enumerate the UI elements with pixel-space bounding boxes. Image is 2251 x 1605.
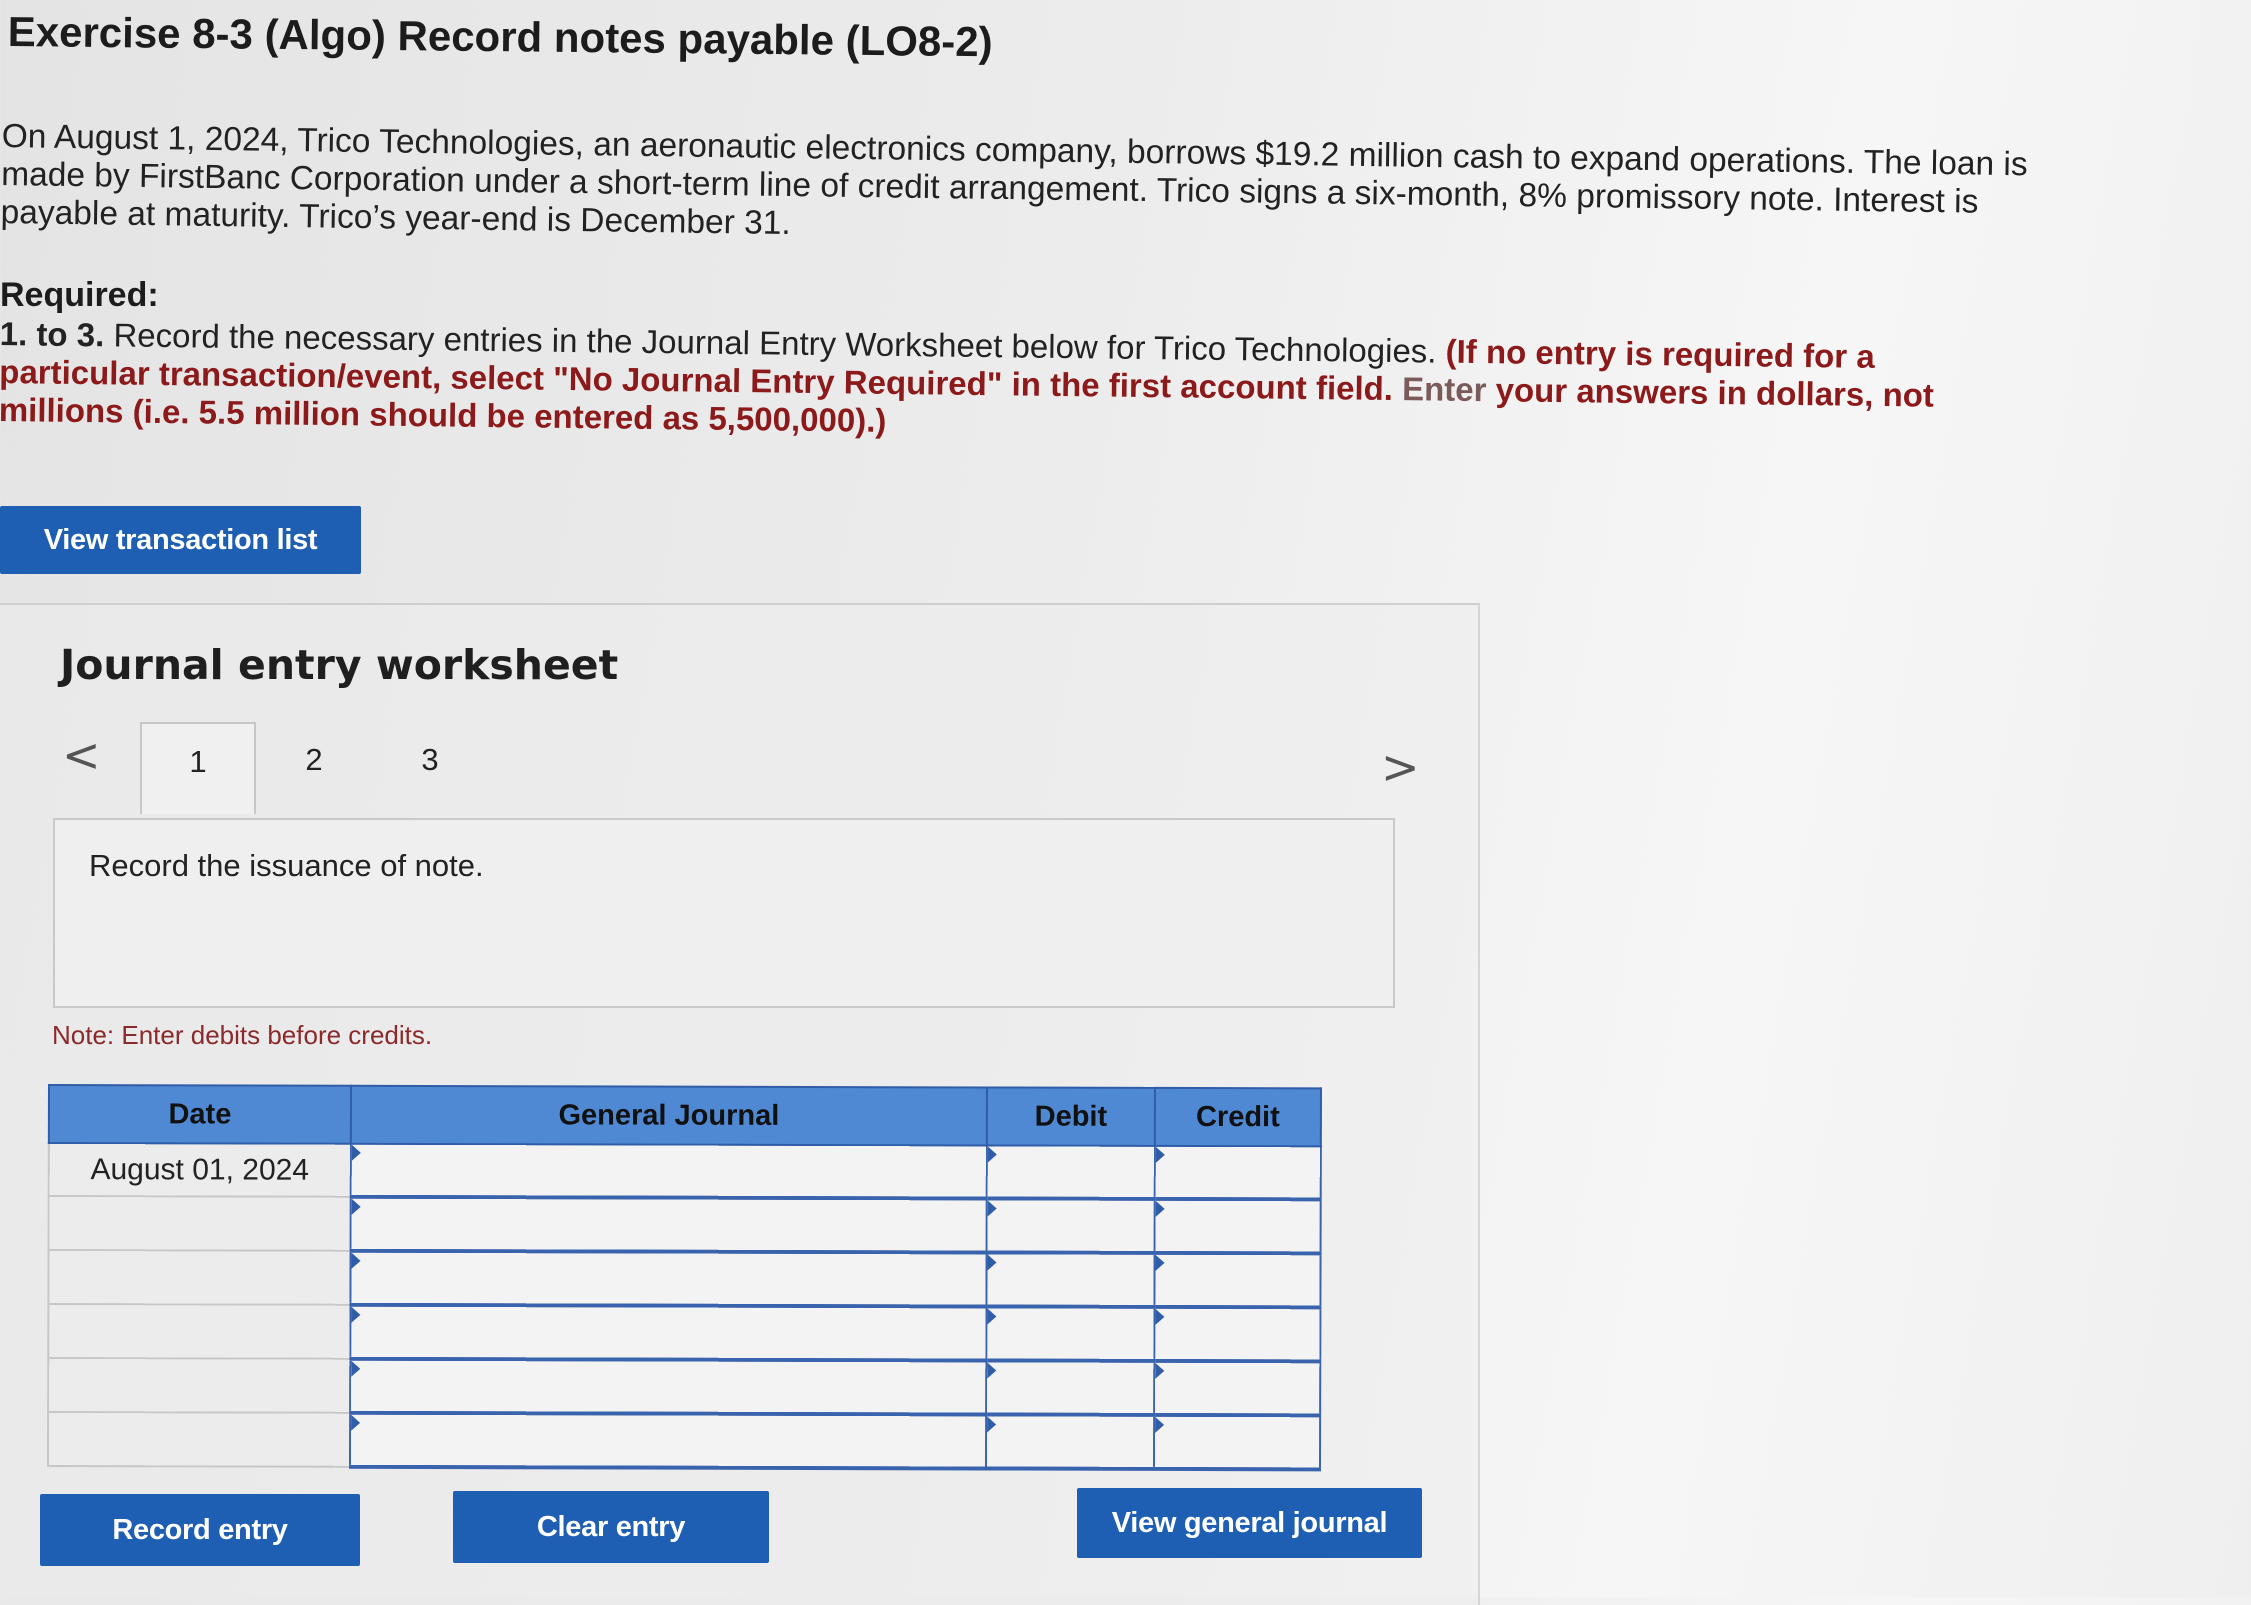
task-description: Record the issuance of note. xyxy=(89,848,484,883)
dropdown-marker-icon xyxy=(1155,1254,1165,1271)
journal-table: Date General Journal Debit Credit August… xyxy=(47,1084,1321,1470)
account-cell[interactable] xyxy=(350,1196,987,1253)
debit-cell[interactable] xyxy=(986,1360,1155,1415)
dropdown-marker-icon xyxy=(1155,1416,1165,1433)
dropdown-marker-icon xyxy=(987,1254,997,1271)
dropdown-marker-icon xyxy=(987,1416,997,1433)
date-cell: August 01, 2024 xyxy=(48,1143,351,1197)
dropdown-marker-icon xyxy=(1155,1200,1165,1217)
dropdown-marker-icon xyxy=(987,1146,997,1163)
instructions-prefix: 1. to 3. xyxy=(0,315,105,354)
record-entry-button[interactable]: Record entry xyxy=(40,1494,360,1566)
credit-cell[interactable] xyxy=(1154,1252,1321,1308)
table-row: August 01, 2024 xyxy=(48,1143,1321,1200)
credit-cell[interactable] xyxy=(1153,1414,1321,1470)
debit-cell[interactable] xyxy=(985,1414,1155,1469)
date-cell xyxy=(48,1196,351,1251)
account-cell[interactable] xyxy=(349,1412,987,1469)
page-title: Exercise 8-3 (Algo) Record notes payable… xyxy=(7,8,993,66)
dropdown-marker-icon xyxy=(351,1360,361,1377)
date-cell xyxy=(48,1358,351,1413)
view-transaction-list-button[interactable]: View transaction list xyxy=(0,506,361,574)
debits-note: Note: Enter debits before credits. xyxy=(52,1020,433,1050)
date-cell xyxy=(48,1250,351,1305)
table-row xyxy=(48,1358,1321,1416)
dropdown-marker-icon xyxy=(1155,1146,1165,1163)
date-header: Date xyxy=(48,1085,351,1144)
date-cell xyxy=(48,1304,351,1359)
table-row xyxy=(48,1196,1321,1254)
tab-3[interactable]: 3 xyxy=(372,722,488,814)
chevron-right-icon[interactable]: > xyxy=(1381,740,1420,794)
credit-cell[interactable] xyxy=(1154,1145,1321,1200)
credit-cell[interactable] xyxy=(1154,1198,1321,1254)
dropdown-marker-icon xyxy=(351,1144,361,1161)
instructions: 1. to 3. Record the necessary entries in… xyxy=(0,315,1980,453)
dropdown-marker-icon xyxy=(351,1198,361,1215)
dropdown-marker-icon xyxy=(987,1200,997,1217)
worksheet-heading: Journal entry worksheet xyxy=(60,641,619,689)
problem-statement: On August 1, 2024, Trico Technologies, a… xyxy=(0,118,2028,243)
account-cell[interactable] xyxy=(350,1358,987,1415)
dropdown-marker-icon xyxy=(351,1414,361,1431)
dropdown-marker-icon xyxy=(1155,1362,1165,1379)
debit-cell[interactable] xyxy=(986,1145,1155,1199)
table-row xyxy=(47,1412,1321,1470)
dropdown-marker-icon xyxy=(987,1362,997,1379)
debit-cell[interactable] xyxy=(986,1306,1155,1361)
chevron-left-icon[interactable]: < xyxy=(62,728,101,782)
required-label: Required: xyxy=(0,276,159,314)
account-cell[interactable] xyxy=(350,1304,987,1361)
dropdown-marker-icon xyxy=(987,1308,997,1325)
table-row xyxy=(48,1304,1321,1362)
credit-cell[interactable] xyxy=(1154,1360,1321,1416)
clear-entry-button[interactable]: Clear entry xyxy=(453,1491,769,1563)
dropdown-marker-icon xyxy=(351,1252,361,1269)
debit-cell[interactable] xyxy=(986,1252,1155,1307)
debit-cell[interactable] xyxy=(986,1198,1155,1253)
date-cell xyxy=(47,1412,351,1467)
credit-header: Credit xyxy=(1154,1087,1321,1147)
account-cell[interactable] xyxy=(350,1250,987,1307)
dropdown-marker-icon xyxy=(351,1306,361,1323)
account-cell[interactable] xyxy=(350,1143,987,1199)
debit-header: Debit xyxy=(986,1087,1155,1146)
credit-cell[interactable] xyxy=(1154,1306,1321,1362)
instructions-enter: Enter xyxy=(1401,370,1487,409)
general-journal-header: General Journal xyxy=(350,1085,987,1146)
tab-1[interactable]: 1 xyxy=(140,722,256,814)
task-description-box: Record the issuance of note. xyxy=(53,818,1395,1008)
view-general-journal-button[interactable]: View general journal xyxy=(1077,1488,1422,1558)
table-row xyxy=(48,1250,1321,1308)
tab-2[interactable]: 2 xyxy=(256,722,372,814)
dropdown-marker-icon xyxy=(1155,1308,1165,1325)
